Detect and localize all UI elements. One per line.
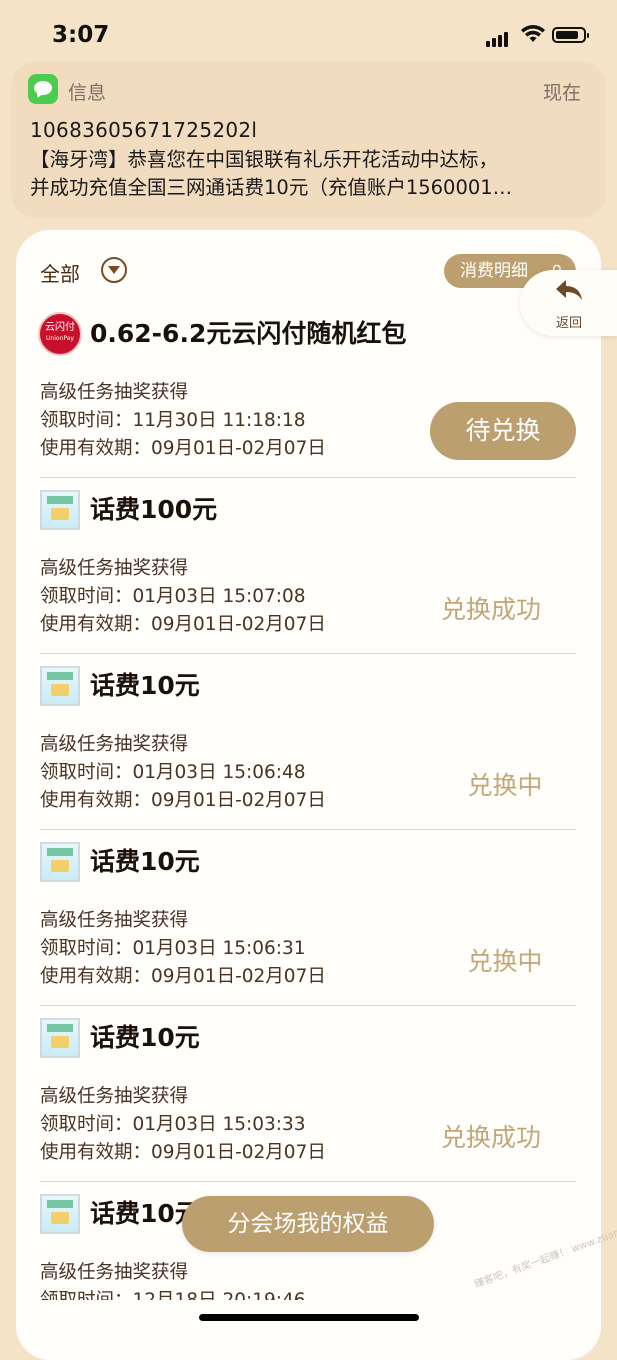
dropdown-arrow-icon[interactable] — [101, 257, 127, 283]
item-source: 高级任务抽奖获得 — [40, 1262, 189, 1283]
home-indicator[interactable] — [199, 1314, 419, 1321]
item-source: 高级任务抽奖获得 — [40, 558, 189, 579]
item-claim-time: 领取时间：11月30日 11:18:18 — [40, 410, 306, 431]
consumption-detail-label: 消费明细 — [460, 261, 528, 281]
item-claim-time: 领取时间：01月03日 15:03:33 — [40, 1114, 306, 1135]
item-title: 话费10元 — [90, 847, 200, 876]
notification-body: 【海牙湾】恭喜您在中国银联有礼乐开花活动中达标， 并成功充值全国三网通话费10元… — [30, 146, 590, 202]
reward-item: 话费10元 高级任务抽奖获得 领取时间：01月03日 15:06:48 使用有效… — [40, 654, 576, 830]
notification-body-line: 【海牙湾】恭喜您在中国银联有礼乐开花活动中达标， — [30, 148, 499, 171]
item-claim-time: 领取时间：12月18日 20:19:46 — [40, 1286, 306, 1300]
phone-credit-icon — [40, 666, 80, 706]
item-title: 话费100元 — [90, 495, 218, 524]
item-validity: 使用有效期：09月01日-02月07日 — [40, 438, 326, 459]
my-benefits-button[interactable]: 分会场我的权益 — [182, 1196, 434, 1252]
back-button[interactable]: 返回 — [520, 270, 617, 336]
back-label: 返回 — [556, 316, 583, 331]
unionpay-icon-text: 云闪付 — [45, 322, 75, 333]
unionpay-icon: 云闪付 UnionPay — [40, 314, 80, 354]
item-status: 兑换中 — [467, 771, 543, 800]
item-source: 高级任务抽奖获得 — [40, 382, 189, 403]
messages-app-icon — [28, 74, 58, 104]
item-claim-time: 领取时间：01月03日 15:06:31 — [40, 938, 306, 959]
notification-body-line: 并成功充值全国三网通话费10元（充值账户1560001… — [30, 176, 513, 199]
status-time: 3:07 — [52, 22, 110, 48]
unionpay-icon-subtext: UnionPay — [46, 335, 74, 342]
item-source: 高级任务抽奖获得 — [40, 1086, 189, 1107]
item-claim-time: 领取时间：01月03日 15:07:08 — [40, 586, 306, 607]
back-arrow-icon — [556, 280, 582, 300]
item-claim-time: 领取时间：01月03日 15:06:48 — [40, 762, 306, 783]
redeem-button[interactable]: 待兑换 — [430, 402, 576, 460]
item-source: 高级任务抽奖获得 — [40, 910, 189, 931]
item-status: 兑换中 — [467, 947, 543, 976]
reward-item: 话费10元 高级任务抽奖获得 领取时间：01月03日 15:03:33 使用有效… — [40, 1006, 576, 1182]
item-source: 高级任务抽奖获得 — [40, 734, 189, 755]
item-title: 话费10元 — [90, 671, 200, 700]
item-validity: 使用有效期：09月01日-02月07日 — [40, 614, 326, 635]
battery-icon — [552, 27, 589, 43]
phone-credit-icon — [40, 1194, 80, 1234]
phone-credit-icon — [40, 490, 80, 530]
phone-credit-icon — [40, 1018, 80, 1058]
notification-app-name: 信息 — [68, 82, 107, 104]
item-status: 兑换成功 — [440, 595, 541, 624]
item-title: 0.62-6.2元云闪付随机红包 — [90, 319, 407, 348]
phone-credit-icon — [40, 842, 80, 882]
reward-item: 话费100元 高级任务抽奖获得 领取时间：01月03日 15:07:08 使用有… — [40, 478, 576, 654]
wifi-icon — [521, 25, 545, 42]
reward-item: 云闪付 UnionPay 0.62-6.2元云闪付随机红包 高级任务抽奖获得 领… — [40, 302, 576, 478]
notification-sender: 10683605671725202l — [30, 118, 258, 142]
item-validity: 使用有效期：09月01日-02月07日 — [40, 966, 326, 987]
item-status: 兑换成功 — [440, 1123, 541, 1152]
cellular-signal-icon — [486, 28, 510, 47]
filter-label[interactable]: 全部 — [40, 258, 80, 287]
message-notification[interactable]: 信息 现在 10683605671725202l 【海牙湾】恭喜您在中国银联有礼… — [12, 62, 605, 216]
notification-time: 现在 — [542, 82, 581, 104]
item-title: 话费10元 — [90, 1023, 200, 1052]
item-validity: 使用有效期：09月01日-02月07日 — [40, 1142, 326, 1163]
rewards-card: 全部 消费明细 ⚲ 云闪付 UnionPay 0.62-6.2元云闪付随机红包 … — [16, 230, 601, 1360]
reward-item: 话费10元 高级任务抽奖获得 领取时间：01月03日 15:06:31 使用有效… — [40, 830, 576, 1006]
status-bar: 3:07 — [0, 0, 617, 60]
item-validity: 使用有效期：09月01日-02月07日 — [40, 790, 326, 811]
